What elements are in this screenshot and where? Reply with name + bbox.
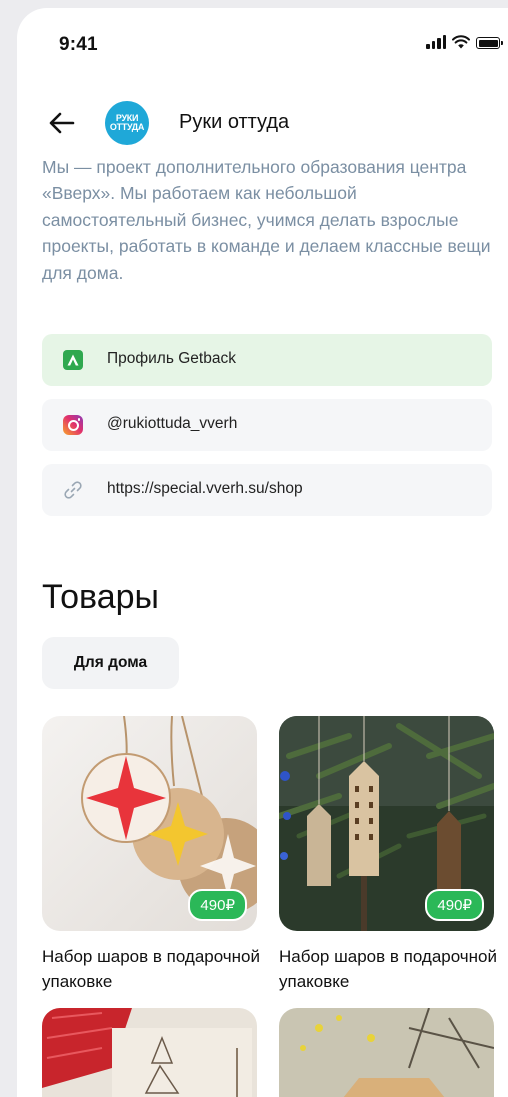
product-title: Набор шаров в подарочной упаковке (279, 947, 498, 991)
product-image: 490₽ (279, 716, 494, 931)
status-bar: 9:41 (17, 8, 508, 68)
phone-screen: 9:41 РУКИ ОТТУДА Руки оттуда Мы — проект… (17, 8, 508, 1097)
shop-logo: РУКИ ОТТУДА (105, 101, 149, 145)
filter-chip-home[interactable]: Для дома (42, 637, 179, 689)
link-icon (62, 479, 84, 501)
arrow-left-icon (49, 112, 75, 134)
logo-text-bottom: ОТТУДА (109, 122, 145, 132)
wifi-icon (452, 35, 470, 49)
product-card[interactable]: 490₽ Набор шаров в подарочной упаковке (42, 716, 260, 1016)
product-card[interactable] (42, 1008, 257, 1097)
status-time: 9:41 (59, 34, 98, 55)
product-image (42, 1008, 257, 1097)
instagram-icon (62, 414, 84, 436)
link-label: Профиль Getback (107, 350, 236, 367)
cellular-signal-icon (426, 35, 446, 49)
back-button[interactable] (47, 108, 77, 138)
status-icons (426, 35, 503, 49)
link-website[interactable]: https://special.vverh.su/shop (42, 464, 492, 516)
price-badge: 490₽ (188, 889, 247, 921)
shop-description: Мы — проект дополнительного образования … (42, 157, 491, 283)
link-getback-profile[interactable]: Профиль Getback (42, 334, 492, 386)
link-label: https://special.vverh.su/shop (107, 480, 303, 497)
shop-name: Руки оттуда (179, 111, 290, 133)
link-label: @rukiottuda_vverh (107, 415, 238, 432)
link-instagram[interactable]: @rukiottuda_vverh (42, 399, 492, 451)
product-image: 490₽ (42, 716, 257, 931)
price-badge: 490₽ (425, 889, 484, 921)
products-section-title: Товары (42, 578, 159, 616)
product-card[interactable]: 490₽ Набор шаров в подарочной упаковке (279, 716, 497, 1016)
getback-icon (62, 349, 84, 371)
battery-icon (476, 37, 503, 49)
product-image (279, 1008, 494, 1097)
product-card[interactable] (279, 1008, 494, 1097)
shop-header: РУКИ ОТТУДА Руки оттуда (17, 98, 508, 148)
product-title: Набор шаров в подарочной упаковке (42, 947, 261, 991)
